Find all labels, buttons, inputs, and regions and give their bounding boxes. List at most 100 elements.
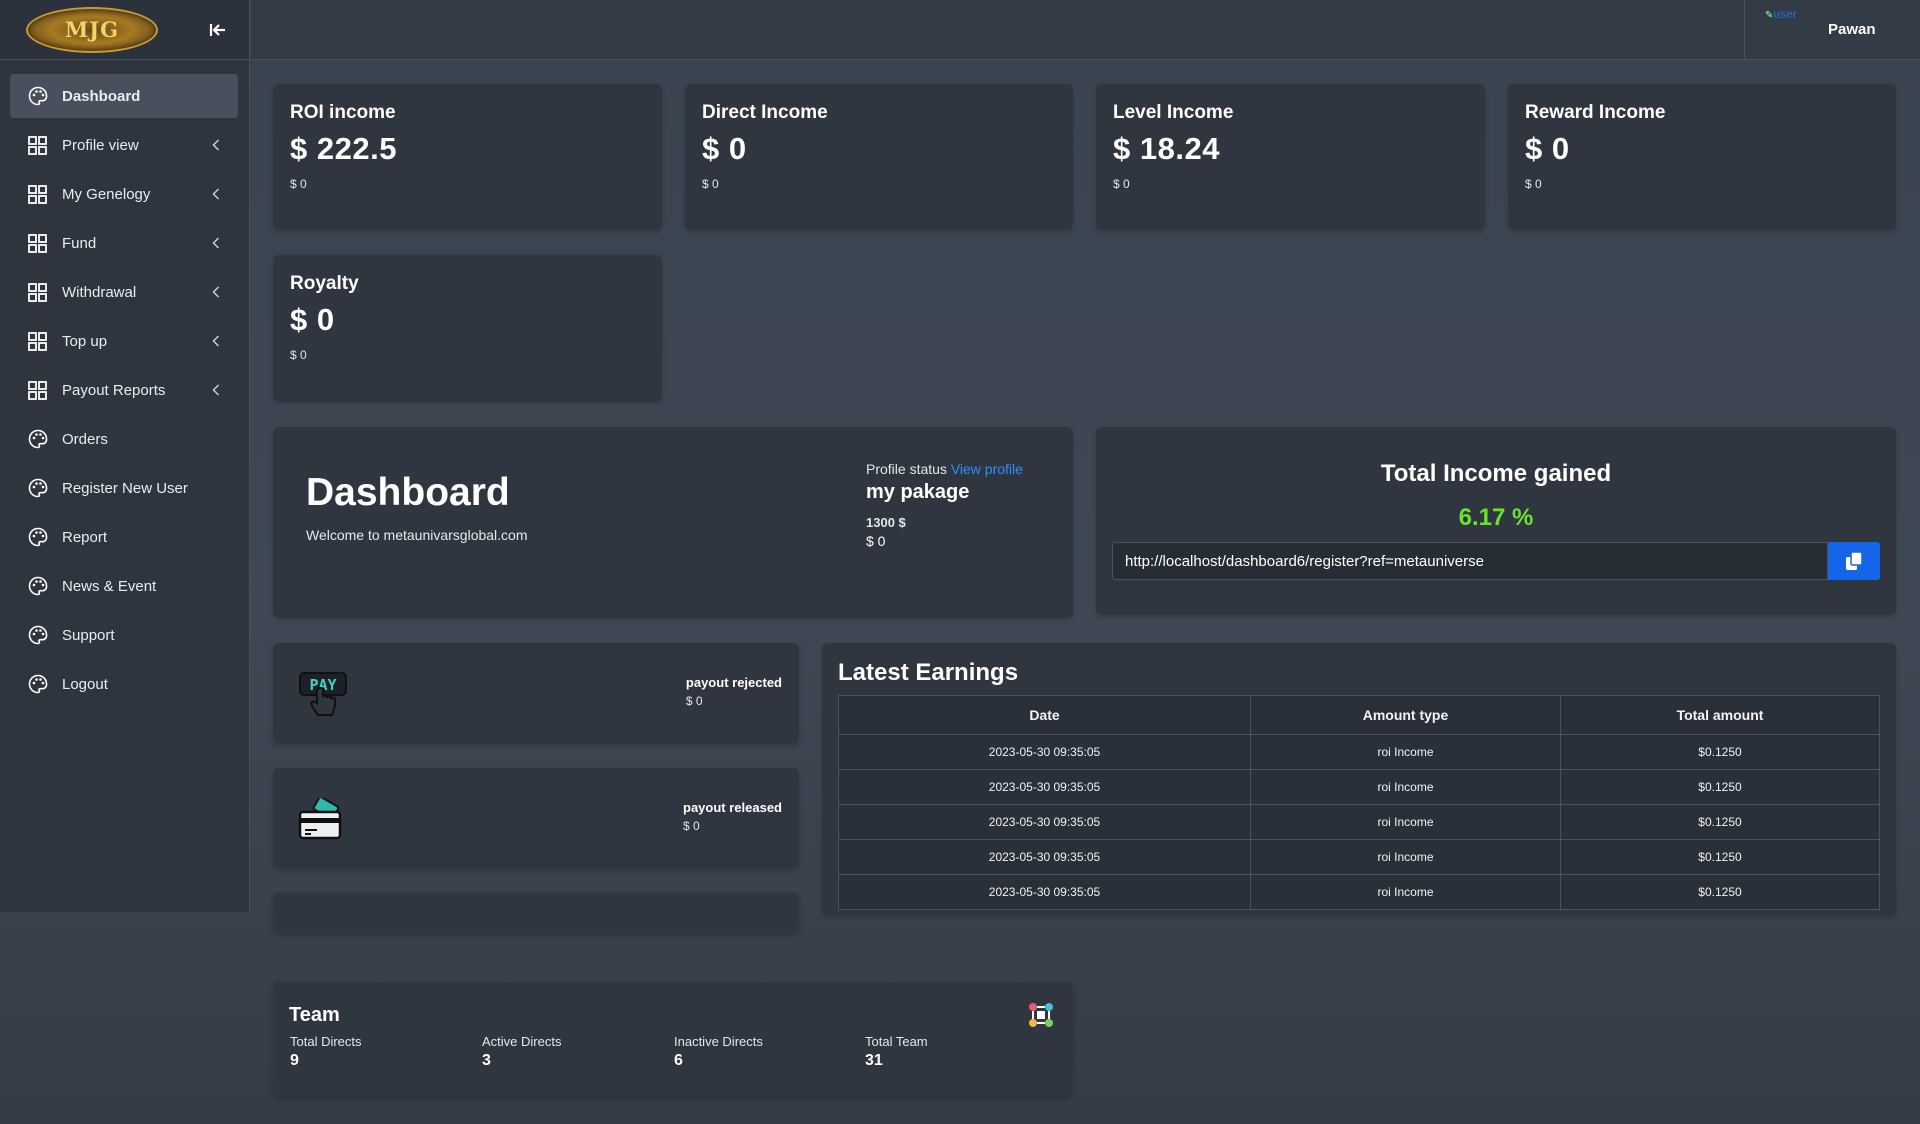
chevron-left-icon xyxy=(210,384,222,396)
package-amount: 1300 $ xyxy=(866,515,906,530)
profile-status-label: Profile status xyxy=(866,461,947,477)
top-header: ✎user Pawan xyxy=(251,0,1920,60)
stat-sub: $ 0 xyxy=(1525,177,1542,191)
user-menu[interactable]: ✎user Pawan xyxy=(1744,0,1920,59)
stat-value: $ 0 xyxy=(1525,131,1570,166)
stat-title: Reward Income xyxy=(1525,102,1666,123)
sidebar-item-payout-reports[interactable]: Payout Reports xyxy=(10,368,238,412)
sidebar: MJG Dashboard Profile view My Genelogy F… xyxy=(0,0,250,912)
referral-link-input[interactable] xyxy=(1112,542,1828,580)
team-stat-value: 9 xyxy=(290,1052,299,1069)
payout-released-amount: $ 0 xyxy=(683,819,700,833)
grid-icon xyxy=(27,135,48,156)
page-title: Dashboard xyxy=(306,471,510,514)
grid-icon xyxy=(27,184,48,205)
user-avatar[interactable]: ✎user xyxy=(1765,7,1810,21)
sidebar-item-profile-view[interactable]: Profile view xyxy=(10,123,238,167)
sidebar-item-label: Logout xyxy=(62,675,108,693)
chevron-left-icon xyxy=(210,139,222,151)
chevron-left-icon xyxy=(210,188,222,200)
sidebar-brand: MJG xyxy=(0,0,249,60)
payout-released-label: payout released xyxy=(683,800,782,815)
sidebar-item-label: My Genelogy xyxy=(62,185,151,203)
stat-card-roi-income: ROI income $ 222.5 $ 0 xyxy=(273,84,662,230)
sidebar-item-label: Report xyxy=(62,528,108,546)
stat-card-royalty: Royalty $ 0 $ 0 xyxy=(273,255,662,402)
cell-total-amount: $0.1250 xyxy=(1560,804,1880,840)
sidebar-item-support[interactable]: Support xyxy=(10,613,238,657)
team-stat-label: Total Team xyxy=(865,1034,928,1049)
team-stat-total-directs: Total Directs 9 xyxy=(290,1034,362,1070)
palette-icon xyxy=(27,429,48,450)
palette-icon xyxy=(27,674,48,695)
team-network-icon xyxy=(1026,1000,1056,1035)
sidebar-item-orders[interactable]: Orders xyxy=(10,417,238,461)
package-sub: $ 0 xyxy=(866,533,886,549)
total-income-title: Total Income gained xyxy=(1380,460,1612,487)
view-profile-link[interactable]: View profile xyxy=(951,461,1023,477)
team-stat-value: 3 xyxy=(482,1052,491,1069)
cell-total-amount: $0.1250 xyxy=(1560,734,1880,770)
cell-amount-type: roi Income xyxy=(1250,839,1561,875)
cell-date: 2023-05-30 09:35:05 xyxy=(838,734,1251,770)
sidebar-item-register-new-user[interactable]: Register New User xyxy=(10,466,238,510)
column-header-date[interactable]: Date xyxy=(838,695,1251,735)
sidebar-item-my-genelogy[interactable]: My Genelogy xyxy=(10,172,238,216)
profile-status: Profile status View profile xyxy=(866,461,1023,477)
table-row: 2023-05-30 09:35:05 roi Income $0.1250 xyxy=(838,874,1880,910)
sidebar-item-label: Support xyxy=(62,626,115,644)
latest-earnings-card: Latest Earnings Date Amount type Total a… xyxy=(822,643,1896,916)
table-row: 2023-05-30 09:35:05 roi Income $0.1250 xyxy=(838,804,1880,840)
total-income-card: Total Income gained 6.17 % xyxy=(1096,427,1896,615)
sidebar-item-label: Fund xyxy=(62,234,97,252)
sidebar-item-dashboard[interactable]: Dashboard xyxy=(10,74,238,118)
cell-total-amount: $0.1250 xyxy=(1560,769,1880,805)
team-card: Team Total Directs 9 Active Directs 3 In… xyxy=(273,982,1073,1098)
sidebar-nav: Dashboard Profile view My Genelogy Fund … xyxy=(0,60,249,706)
dashboard-card: Dashboard Welcome to metaunivarsglobal.c… xyxy=(273,427,1073,618)
stat-value: $ 0 xyxy=(702,131,747,166)
stat-title: Direct Income xyxy=(702,102,828,123)
cell-amount-type: roi Income xyxy=(1250,874,1561,910)
copy-button[interactable] xyxy=(1828,542,1880,580)
table-row: 2023-05-30 09:35:05 roi Income $0.1250 xyxy=(838,839,1880,875)
empty-card xyxy=(273,893,799,934)
cell-date: 2023-05-30 09:35:05 xyxy=(838,874,1251,910)
chevron-left-icon xyxy=(210,335,222,347)
stat-value: $ 222.5 xyxy=(290,131,397,166)
column-header-total-amount[interactable]: Total amount xyxy=(1560,695,1880,735)
sidebar-item-withdrawal[interactable]: Withdrawal xyxy=(10,270,238,314)
sidebar-item-news-event[interactable]: News & Event xyxy=(10,564,238,608)
sidebar-item-fund[interactable]: Fund xyxy=(10,221,238,265)
collapse-sidebar-icon[interactable] xyxy=(205,17,231,43)
payout-released-card: payout released $ 0 xyxy=(273,768,799,869)
cell-date: 2023-05-30 09:35:05 xyxy=(838,839,1251,875)
team-stat-total-team: Total Team 31 xyxy=(865,1034,928,1070)
sidebar-item-label: Dashboard xyxy=(62,87,141,105)
grid-icon xyxy=(27,331,48,352)
sidebar-item-label: News & Event xyxy=(62,577,157,595)
stat-title: ROI income xyxy=(290,102,396,123)
sidebar-item-label: Profile view xyxy=(62,136,139,154)
welcome-text: Welcome to metaunivarsglobal.com xyxy=(306,527,528,543)
total-income-percent: 6.17 % xyxy=(1458,504,1534,531)
sidebar-item-top-up[interactable]: Top up xyxy=(10,319,238,363)
sidebar-item-logout[interactable]: Logout xyxy=(10,662,238,706)
sidebar-item-label: Payout Reports xyxy=(62,381,166,399)
stat-sub: $ 0 xyxy=(290,177,307,191)
avatar-alt-text: user xyxy=(1773,7,1797,21)
brand-logo[interactable]: MJG xyxy=(26,6,158,53)
team-stat-value: 31 xyxy=(865,1052,883,1069)
cell-amount-type: roi Income xyxy=(1250,734,1561,770)
table-row: 2023-05-30 09:35:05 roi Income $0.1250 xyxy=(838,734,1880,770)
column-header-amount-type[interactable]: Amount type xyxy=(1250,695,1561,735)
stat-title: Level Income xyxy=(1113,102,1234,123)
cell-amount-type: roi Income xyxy=(1250,804,1561,840)
cell-total-amount: $0.1250 xyxy=(1560,874,1880,910)
user-name[interactable]: Pawan xyxy=(1828,21,1876,38)
pay-icon: PAY xyxy=(297,669,351,728)
sidebar-item-report[interactable]: Report xyxy=(10,515,238,559)
cell-date: 2023-05-30 09:35:05 xyxy=(838,769,1251,805)
team-stat-label: Active Directs xyxy=(482,1034,562,1049)
payout-released-info: payout released $ 0 xyxy=(683,800,782,833)
